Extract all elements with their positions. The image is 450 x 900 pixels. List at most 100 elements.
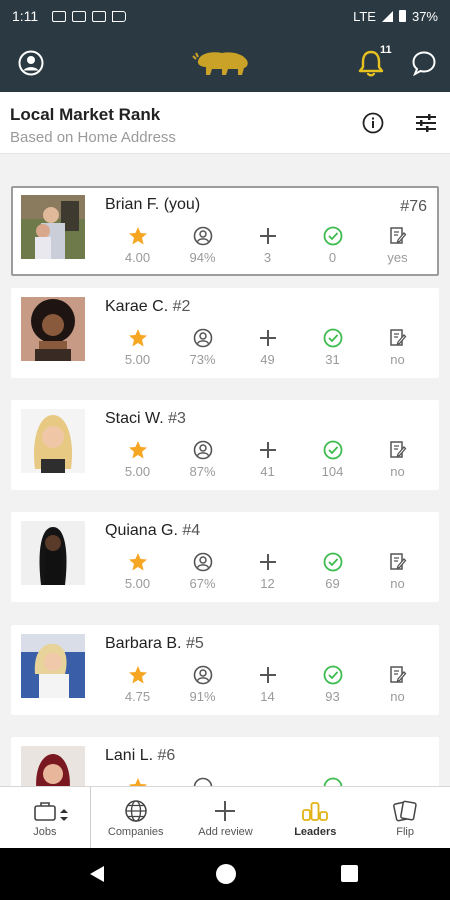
star-icon <box>128 666 147 684</box>
page-title: Local Market Rank <box>10 105 161 124</box>
leader-card[interactable]: Staci W. #3 5.00 87% 41 104 no <box>11 400 439 490</box>
plus-value: 14 <box>260 689 275 704</box>
leader-rank: #5 <box>185 635 204 652</box>
notification-count-badge: 11 <box>380 44 392 56</box>
rating-stat: 4.75 <box>105 663 170 704</box>
nav-leaders[interactable]: Leaders <box>270 787 360 848</box>
star-icon <box>128 227 147 245</box>
signal-icon <box>381 10 393 22</box>
info-icon[interactable] <box>362 112 384 134</box>
leader-stats: 5.00 67% 12 69 no <box>105 550 430 591</box>
page-subtitle: Based on Home Address <box>10 129 176 146</box>
profile-icon[interactable] <box>18 50 44 76</box>
leader-stats: 4.75 91% 14 93 no <box>105 663 430 704</box>
plus-icon <box>259 330 276 346</box>
battery-level: 37% <box>411 8 438 24</box>
check-value: 31 <box>325 352 340 367</box>
percent-stat: 87% <box>170 438 235 479</box>
nav-add-review[interactable]: Add review <box>181 787 271 848</box>
leader-name: Brian F. (you) <box>105 196 201 213</box>
star-icon <box>128 553 147 571</box>
user-circle-icon <box>193 552 212 572</box>
filter-settings-icon[interactable] <box>414 112 438 134</box>
edit-document-icon <box>389 329 406 346</box>
rating-value: 4.00 <box>124 250 151 265</box>
plus-icon <box>259 442 276 458</box>
plus-icon <box>259 228 276 244</box>
percent-value: 73% <box>189 352 216 367</box>
check-circle-icon <box>323 226 342 246</box>
flag-value: no <box>390 576 405 591</box>
rating-stat: 5.00 <box>105 326 170 367</box>
bottom-navigation: Jobs Companies Add review Leaders Flip <box>0 786 450 848</box>
nav-leaders-label: Leaders <box>294 826 337 838</box>
nav-flip[interactable]: Flip <box>360 787 450 848</box>
bison-logo-icon <box>192 52 248 75</box>
check-stat: 93 <box>300 663 365 704</box>
leader-name: Lani L. #6 <box>105 747 176 764</box>
leader-rank: #2 <box>172 298 191 315</box>
check-circle-icon <box>323 665 342 685</box>
leaders-podium-icon <box>302 802 329 821</box>
star-icon <box>128 329 147 347</box>
plus-value: 49 <box>260 352 275 367</box>
nav-companies[interactable]: Companies <box>91 787 181 848</box>
check-circle-icon <box>323 328 342 348</box>
recent-apps-icon[interactable] <box>341 865 358 882</box>
leader-card[interactable]: Quiana G. #4 5.00 67% 12 69 no <box>11 512 439 602</box>
chat-icon[interactable] <box>411 50 437 76</box>
check-value: 93 <box>325 689 340 704</box>
edit-document-icon <box>389 441 406 458</box>
flip-cards-icon <box>393 800 417 822</box>
user-circle-icon <box>193 328 212 348</box>
check-value: 104 <box>321 464 344 479</box>
leader-stats: 4.00 94% 3 0 yes <box>105 224 430 265</box>
flag-value: yes <box>387 250 408 265</box>
plus-stat: 12 <box>235 550 300 591</box>
user-circle-icon <box>193 440 212 460</box>
check-stat: 31 <box>300 326 365 367</box>
leader-rank: #4 <box>182 522 201 539</box>
flag-stat: no <box>365 438 430 479</box>
check-stat: 104 <box>300 438 365 479</box>
star-icon <box>128 441 147 459</box>
leader-name: Staci W. #3 <box>105 410 186 427</box>
status-bar: 1:11 LTE 37% <box>0 0 450 32</box>
back-icon[interactable] <box>88 865 106 883</box>
rating-value: 5.00 <box>124 352 151 367</box>
leader-name: Barbara B. #5 <box>105 635 204 652</box>
percent-stat: 91% <box>170 663 235 704</box>
plus-stat: 3 <box>235 224 300 265</box>
leader-rank: #6 <box>157 747 176 764</box>
leader-stats: 5.00 73% 49 31 no <box>105 326 430 367</box>
globe-icon <box>124 800 147 822</box>
plus-stat: 49 <box>235 326 300 367</box>
flag-value: no <box>390 689 405 704</box>
avatar <box>21 297 85 361</box>
flag-stat: no <box>365 663 430 704</box>
rating-value: 5.00 <box>124 464 151 479</box>
notification-icon <box>52 10 67 22</box>
market-rank-header: Local Market Rank Based on Home Address <box>0 92 450 154</box>
check-stat: 69 <box>300 550 365 591</box>
flag-stat: yes <box>365 224 430 265</box>
flag-stat: no <box>365 550 430 591</box>
plus-stat: 14 <box>235 663 300 704</box>
battery-icon <box>398 10 406 22</box>
nav-add-review-label: Add review <box>198 826 253 838</box>
home-icon[interactable] <box>216 864 236 884</box>
briefcase-icon <box>34 802 56 821</box>
nav-jobs[interactable]: Jobs <box>0 787 91 848</box>
rating-value: 4.75 <box>124 689 151 704</box>
leader-card-self[interactable]: Brian F. (you) #76 4.00 94% 3 0 yes <box>11 186 439 276</box>
network-label: LTE <box>353 8 376 24</box>
flag-stat: no <box>365 326 430 367</box>
leader-card[interactable]: Barbara B. #5 4.75 91% 14 93 no <box>11 625 439 715</box>
rating-value: 5.00 <box>124 576 151 591</box>
check-circle-icon <box>323 440 342 460</box>
leader-card[interactable]: Karae C. #2 5.00 73% 49 31 no <box>11 288 439 378</box>
avatar <box>21 634 85 698</box>
percent-stat: 94% <box>170 224 235 265</box>
percent-stat: 67% <box>170 550 235 591</box>
mail-icon <box>72 10 87 22</box>
